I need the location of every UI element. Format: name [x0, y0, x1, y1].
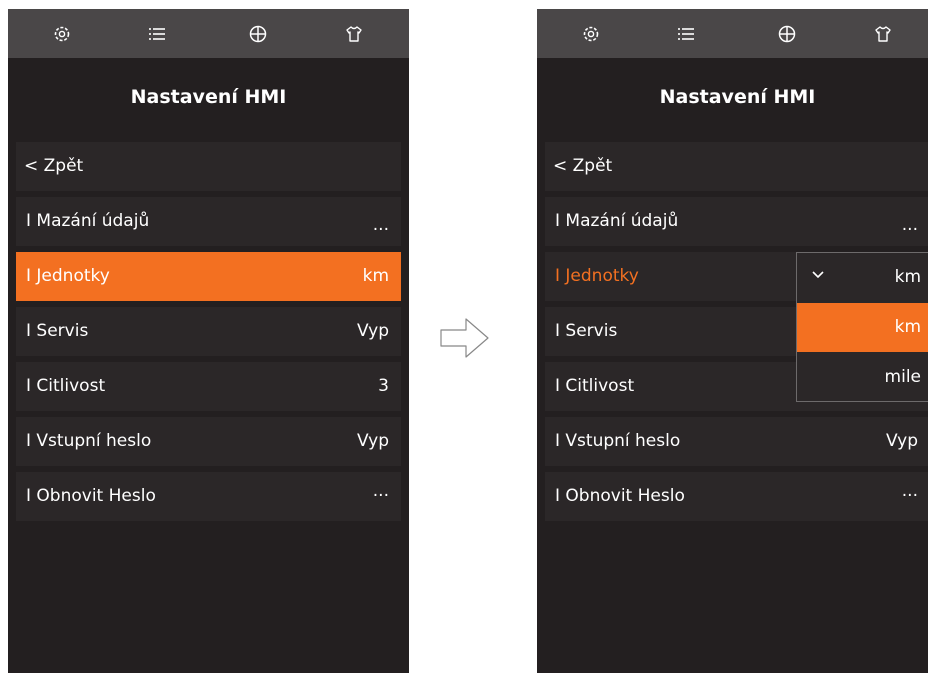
back-label: < Zpět — [24, 156, 84, 176]
top-nav-bar — [537, 9, 928, 58]
dropdown-option-km[interactable]: km — [797, 303, 928, 352]
menu-item-label: I Jednotky — [26, 266, 110, 286]
hmi-screen-right: Nastavení HMI < Zpět I Mazání údajů ... … — [537, 9, 928, 673]
shirt-icon[interactable] — [871, 22, 895, 46]
menu-item-servis[interactable]: I Servis Vyp — [16, 307, 401, 356]
menu-item-label: I Vstupní heslo — [555, 431, 681, 451]
menu-item-obnovit-heslo[interactable]: I Obnovit Heslo ··· — [16, 472, 401, 521]
hmi-screen-left: Nastavení HMI < Zpět I Mazání údajů ... … — [8, 9, 409, 673]
chevron-down-icon — [812, 271, 824, 279]
menu-item-label: I Citlivost — [555, 376, 635, 396]
back-button[interactable]: < Zpět — [545, 142, 928, 191]
list-icon[interactable] — [145, 22, 169, 46]
menu-item-label: I Mazání údajů — [555, 211, 679, 231]
dropdown-option-label: mile — [884, 367, 921, 387]
globe-icon[interactable] — [775, 22, 799, 46]
top-nav-bar — [8, 9, 409, 58]
dropdown-option-label: km — [894, 317, 921, 337]
menu-item-label: I Obnovit Heslo — [26, 486, 156, 506]
list-icon[interactable] — [674, 22, 698, 46]
menu-item-label: I Jednotky — [555, 266, 639, 286]
dropdown-option-mile[interactable]: mile — [797, 353, 928, 402]
menu-item-value: Vyp — [885, 431, 918, 451]
back-button[interactable]: < Zpět — [16, 142, 401, 191]
page-title: Nastavení HMI — [130, 86, 287, 108]
menu-item-label: I Citlivost — [26, 376, 106, 396]
menu-item-value: ··· — [372, 486, 389, 506]
shirt-icon[interactable] — [342, 22, 366, 46]
arrow-right-icon — [440, 318, 489, 358]
menu-item-value: Vyp — [356, 321, 389, 341]
menu-item-value: ... — [901, 215, 918, 235]
menu-item-vstupni-heslo[interactable]: I Vstupní heslo Vyp — [16, 417, 401, 466]
menu-item-value: ... — [372, 215, 389, 235]
back-label: < Zpět — [553, 156, 613, 176]
menu-item-value: ··· — [901, 486, 918, 506]
menu-item-obnovit-heslo[interactable]: I Obnovit Heslo ··· — [545, 472, 928, 521]
page-title: Nastavení HMI — [659, 86, 816, 108]
menu-item-value: km — [362, 266, 389, 286]
menu-item-mazani-udaju[interactable]: I Mazání údajů ... — [545, 197, 928, 246]
menu-item-label: I Vstupní heslo — [26, 431, 152, 451]
menu-item-label: I Servis — [26, 321, 89, 341]
menu-item-label: I Servis — [555, 321, 618, 341]
menu-item-value: Vyp — [356, 431, 389, 451]
gear-icon[interactable] — [579, 22, 603, 46]
globe-icon[interactable] — [246, 22, 270, 46]
units-dropdown[interactable]: km km mile — [796, 252, 928, 402]
menu-item-label: I Obnovit Heslo — [555, 486, 685, 506]
menu-item-value: 3 — [378, 376, 389, 396]
menu-item-citlivost[interactable]: I Citlivost 3 — [16, 362, 401, 411]
gear-icon[interactable] — [50, 22, 74, 46]
menu-item-mazani-udaju[interactable]: I Mazání údajů ... — [16, 197, 401, 246]
menu-item-vstupni-heslo[interactable]: I Vstupní heslo Vyp — [545, 417, 928, 466]
menu-item-jednotky[interactable]: I Jednotky km — [16, 252, 401, 301]
dropdown-header[interactable]: km — [797, 253, 928, 302]
dropdown-current-value: km — [894, 267, 921, 287]
menu-item-label: I Mazání údajů — [26, 211, 150, 231]
